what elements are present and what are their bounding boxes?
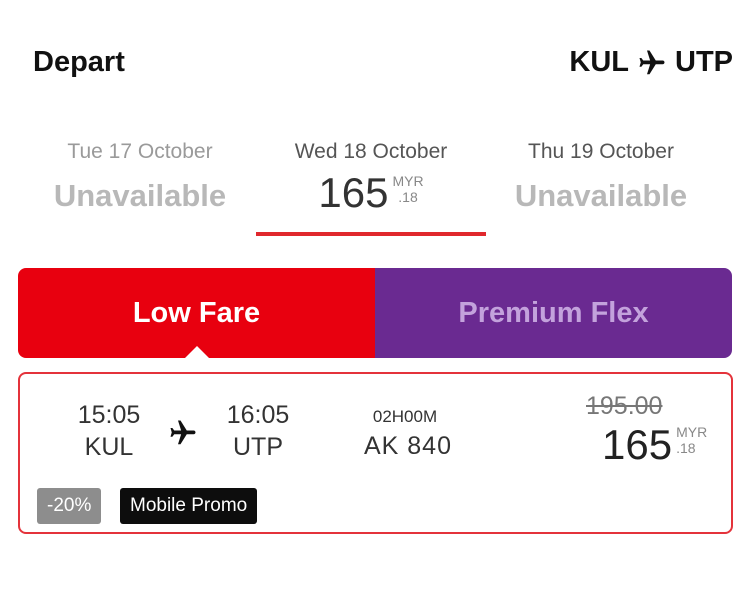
flight-duration: 02H00M (372, 407, 438, 426)
fare-price: 165 MYR .18 (602, 422, 707, 468)
price-cents: .18 (676, 440, 696, 456)
date-label: Thu 19 October (528, 140, 674, 163)
availability-status: Unavailable (514, 178, 688, 213)
airplane-icon (639, 50, 665, 74)
selected-tab-pointer (185, 346, 209, 358)
tab-premium-flex[interactable]: Premium Flex (375, 268, 732, 358)
airplane-icon (170, 420, 196, 445)
date-label: Wed 18 October (294, 140, 448, 163)
date-tab-prev[interactable]: Tue 17 October Unavailable (25, 140, 255, 214)
price-amount: 165 (602, 421, 673, 468)
flight-number: AK 840 (363, 432, 452, 460)
price-amount: 165 (318, 169, 389, 216)
date-tab-selected[interactable]: Wed 18 October 165 MYR .18 (256, 140, 486, 215)
arrive-time: 16:05 (226, 401, 290, 429)
date-price: 165 MYR .18 (256, 171, 486, 215)
route-summary: KUL UTP (569, 46, 733, 79)
selected-date-indicator (256, 232, 486, 236)
depart-airport: KUL (84, 433, 134, 461)
tab-low-fare[interactable]: Low Fare (18, 268, 375, 358)
date-selector: Tue 17 October Unavailable Wed 18 Octobe… (25, 140, 725, 240)
original-price: 195.00 (586, 392, 663, 420)
promo-badge: Mobile Promo (120, 488, 258, 524)
date-label: Tue 17 October (67, 140, 213, 163)
price-currency: MYR (676, 424, 708, 440)
availability-status: Unavailable (53, 178, 227, 213)
price-cents: .18 (398, 189, 418, 205)
discount-badge: -20% (37, 488, 102, 524)
price-currency: MYR (392, 173, 424, 189)
date-tab-next[interactable]: Thu 19 October Unavailable (486, 140, 716, 214)
fare-type-tabs: Low Fare Premium Flex (18, 268, 732, 358)
flight-card[interactable]: 15:05 KUL 16:05 UTP 02H00M AK 840 195.00… (18, 372, 733, 534)
route-destination: UTP (675, 46, 733, 78)
arrive-airport: UTP (233, 433, 283, 461)
route-origin: KUL (569, 46, 629, 78)
header-title: Depart (33, 46, 125, 78)
depart-time: 15:05 (77, 401, 141, 429)
